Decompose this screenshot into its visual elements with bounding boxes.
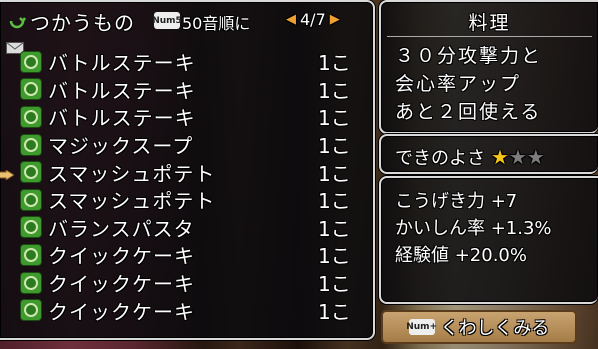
item-name: スマッシュポテト bbox=[48, 189, 216, 214]
food-item-icon bbox=[20, 78, 42, 101]
star-empty-icon: ★ bbox=[508, 145, 527, 169]
item-quantity: 1こ bbox=[318, 161, 351, 186]
item-quantity: 1こ bbox=[318, 189, 351, 214]
item-row[interactable]: スマッシュポテト 1こ bbox=[20, 186, 360, 214]
item-row[interactable]: スマッシュポテト 1こ bbox=[20, 158, 360, 186]
item-name: マジックスープ bbox=[48, 134, 194, 159]
food-item-icon bbox=[20, 299, 42, 322]
item-row[interactable]: バトルステーキ 1こ bbox=[20, 103, 360, 131]
item-row[interactable]: バトルステーキ 1こ bbox=[20, 76, 360, 104]
item-quantity: 1こ bbox=[318, 299, 351, 324]
stats-panel: こうげき力 +7 かいしん率 +1.3% 経験値 +20.0% bbox=[379, 176, 598, 304]
stat-critical: かいしん率 +1.3% bbox=[395, 218, 552, 239]
item-quantity: 1こ bbox=[318, 78, 351, 103]
list-header: つかうもの bbox=[8, 8, 135, 35]
item-name: バトルステーキ bbox=[48, 51, 196, 76]
item-name: バランスパスタ bbox=[48, 216, 195, 241]
page-prev-icon[interactable]: ◀ bbox=[286, 12, 296, 27]
page-next-icon[interactable]: ▶ bbox=[330, 12, 340, 27]
item-category-title: 料理 bbox=[468, 12, 511, 34]
description-line: あと２回使える bbox=[395, 101, 542, 123]
detail-key-badge: Num+ bbox=[406, 319, 437, 335]
quality-panel: できのよさ ★★★ bbox=[379, 134, 598, 174]
item-quantity: 1こ bbox=[318, 106, 351, 131]
item-row[interactable]: クイックケーキ 1こ bbox=[20, 269, 360, 297]
star-filled-icon: ★ bbox=[491, 145, 509, 169]
item-name: バトルステーキ bbox=[48, 106, 196, 131]
description-line: 会心率アップ bbox=[395, 73, 522, 95]
sort-label[interactable]: 50音順に bbox=[182, 10, 250, 34]
item-quantity: 1こ bbox=[318, 51, 351, 76]
quality-row: できのよさ ★★★ bbox=[395, 144, 545, 170]
item-quantity: 1こ bbox=[318, 216, 351, 241]
quality-stars: ★★★ bbox=[491, 145, 545, 169]
stat-experience: 経験値 +20.0% bbox=[395, 245, 527, 266]
sort-key-badge[interactable]: Num5 bbox=[152, 12, 182, 29]
item-name: クイックケーキ bbox=[48, 244, 195, 269]
item-row[interactable]: クイックケーキ 1こ bbox=[20, 296, 360, 324]
food-item-icon bbox=[20, 161, 42, 184]
stat-attack: こうげき力 +7 bbox=[395, 191, 518, 212]
selection-cursor-icon bbox=[0, 170, 14, 180]
item-row[interactable]: バランスパスタ 1こ bbox=[20, 214, 360, 242]
item-row[interactable]: バトルステーキ 1こ bbox=[20, 48, 360, 76]
food-item-icon bbox=[20, 271, 42, 294]
list-title: つかうもの bbox=[30, 10, 135, 35]
item-quantity: 1こ bbox=[318, 134, 351, 159]
stats-list: こうげき力 +7 かいしん率 +1.3% 経験値 +20.0% bbox=[395, 188, 552, 269]
item-quantity: 1こ bbox=[318, 244, 351, 269]
item-list-panel: つかうもの Num5 50音順に ◀ 4/7 ▶ バトルステーキ 1こ バトルステー… bbox=[0, 0, 375, 340]
star-empty-icon: ★ bbox=[526, 145, 545, 169]
food-item-icon bbox=[20, 216, 42, 239]
item-list: バトルステーキ 1こ バトルステーキ 1こ バトルステーキ 1こ マジックスープ 1こ スマッシ… bbox=[20, 48, 360, 324]
item-info-panel: 料理 ３０分攻撃力と 会心率アップ あと２回使える bbox=[379, 0, 598, 134]
food-item-icon bbox=[20, 133, 42, 156]
pager: ◀ 4/7 ▶ bbox=[286, 10, 340, 29]
quality-label: できのよさ bbox=[395, 148, 485, 169]
detail-button[interactable]: Num+ くわしくみる bbox=[381, 310, 577, 344]
detail-button-label: くわしくみる bbox=[440, 318, 550, 339]
item-name: クイックケーキ bbox=[48, 299, 195, 324]
item-description: ３０分攻撃力と 会心率アップ あと２回使える bbox=[395, 42, 542, 126]
item-quantity: 1こ bbox=[318, 272, 351, 297]
item-row[interactable]: クイックケーキ 1こ bbox=[20, 241, 360, 269]
page-indicator: 4/7 bbox=[300, 10, 326, 29]
description-line: ３０分攻撃力と bbox=[395, 45, 543, 67]
item-name: バトルステーキ bbox=[48, 78, 196, 103]
food-item-icon bbox=[20, 188, 42, 211]
food-item-icon bbox=[20, 105, 42, 128]
food-item-icon bbox=[20, 243, 42, 266]
item-name: スマッシュポテト bbox=[48, 161, 216, 186]
bag-icon bbox=[9, 17, 26, 29]
item-row[interactable]: マジックスープ 1こ bbox=[20, 131, 360, 159]
food-item-icon bbox=[20, 50, 42, 73]
divider bbox=[387, 36, 592, 37]
item-name: クイックケーキ bbox=[48, 272, 195, 297]
